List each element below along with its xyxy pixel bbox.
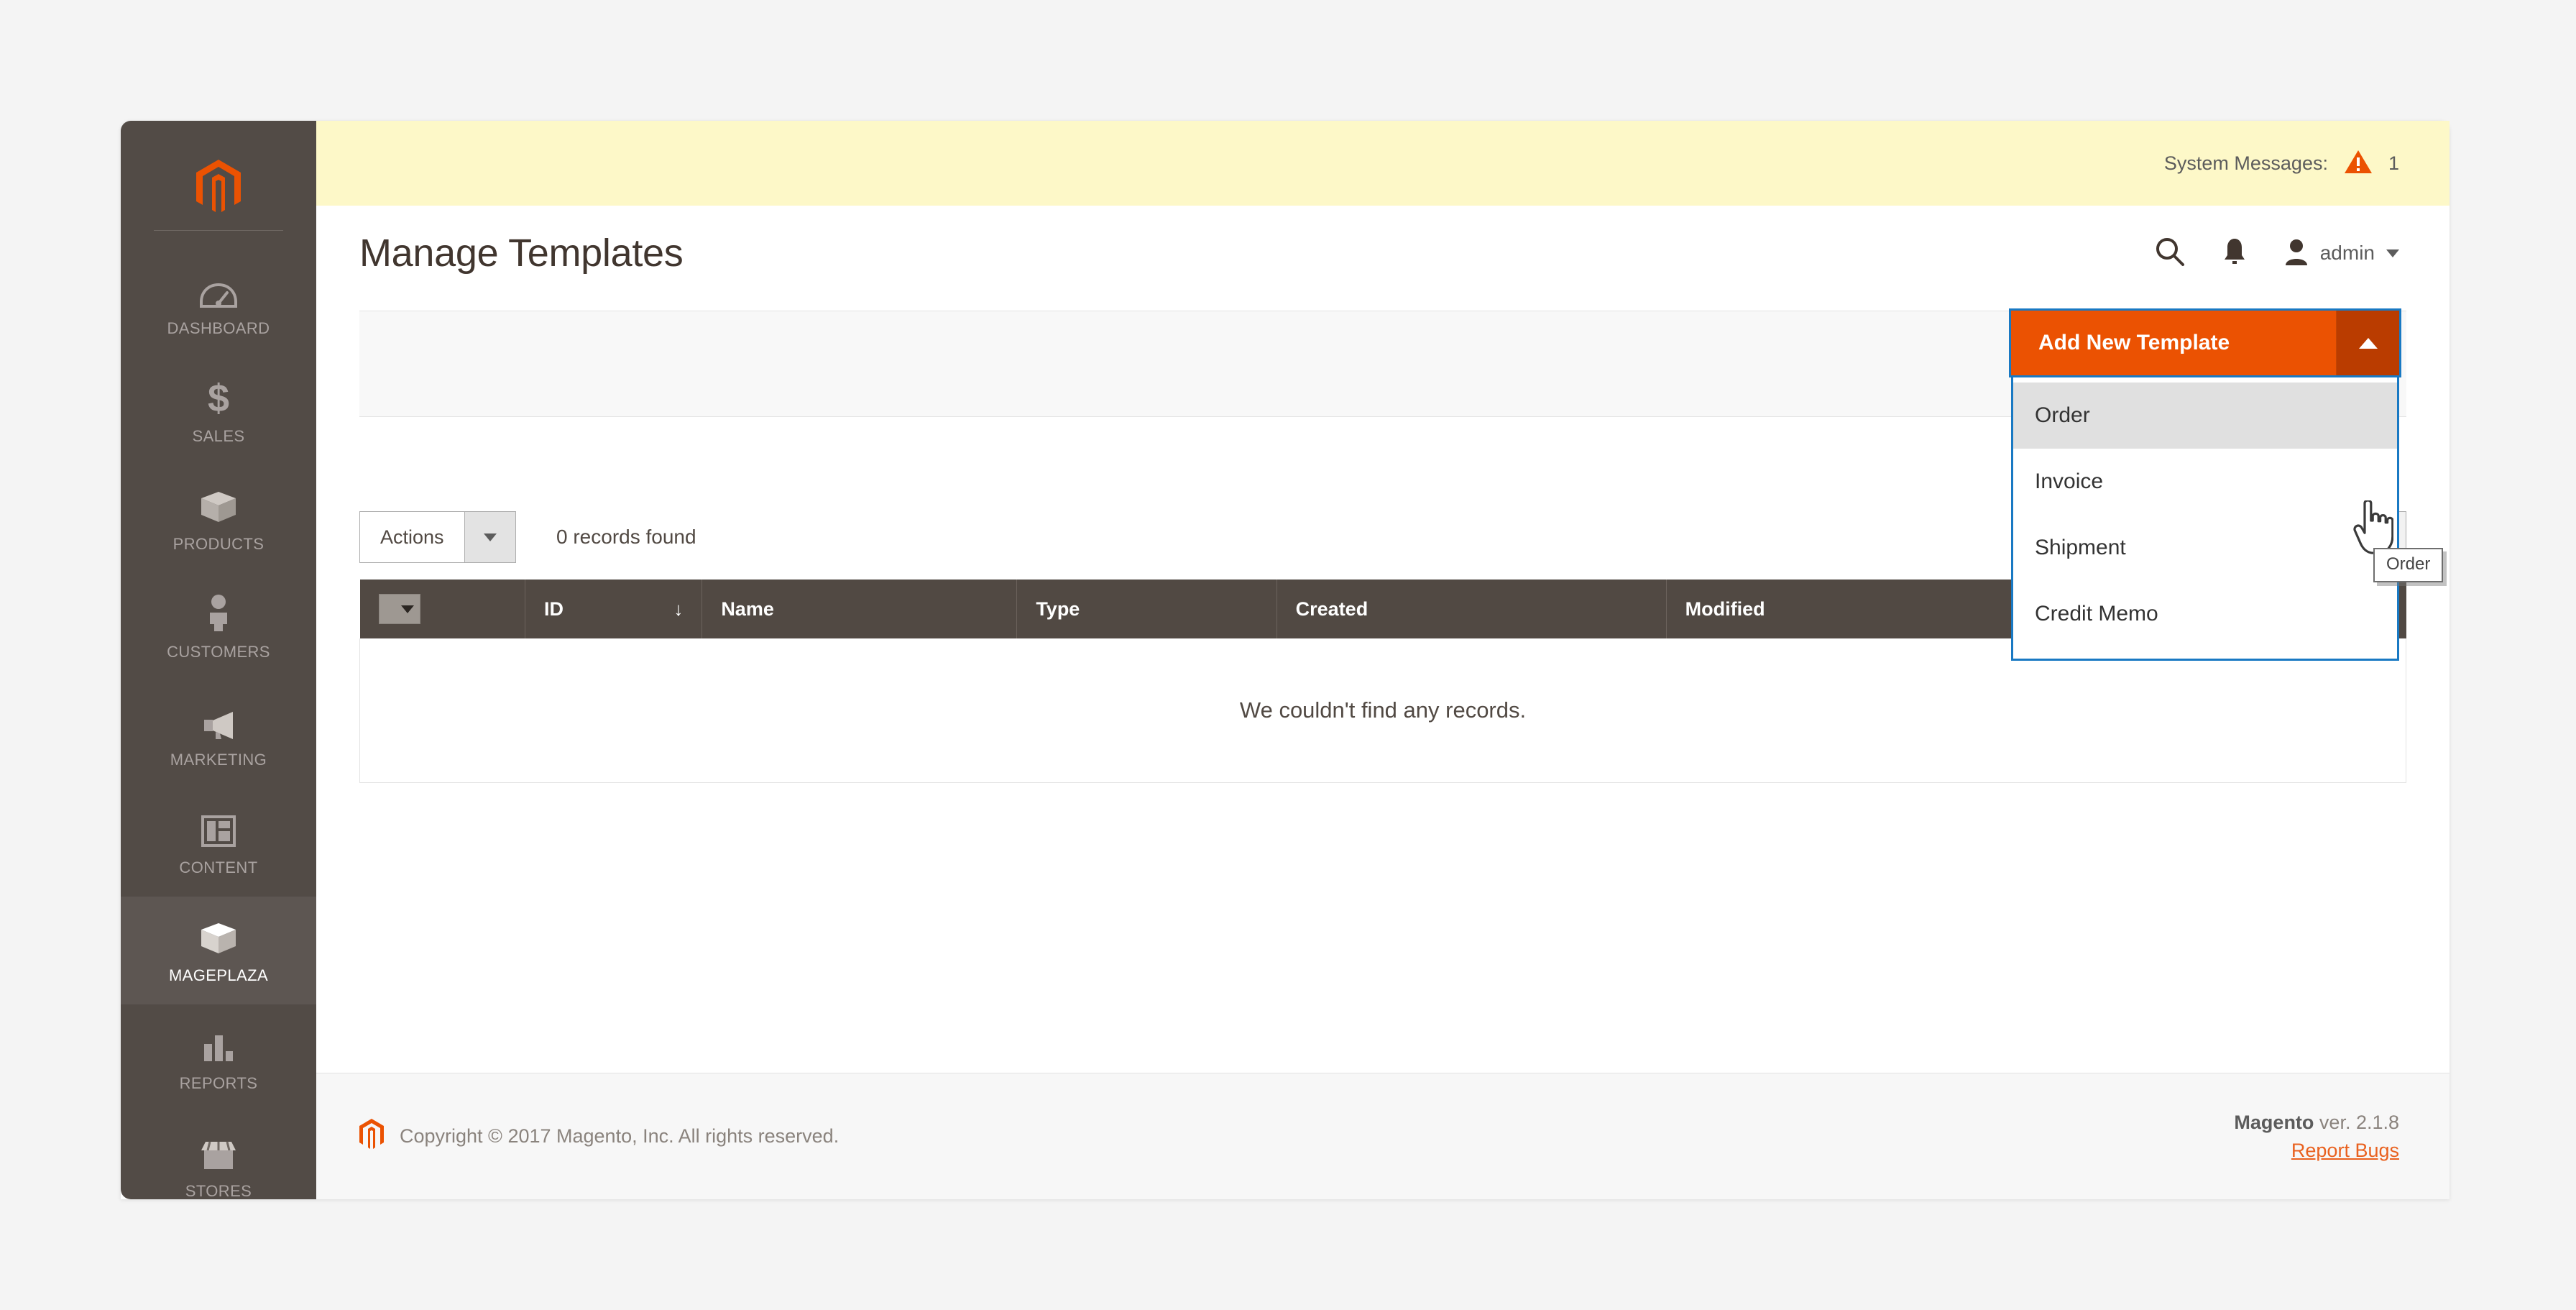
header-actions: admin <box>2155 237 2399 270</box>
person-icon <box>203 592 234 633</box>
add-new-template-toggle[interactable] <box>2336 311 2399 375</box>
sidebar-item-label: Products <box>172 535 264 553</box>
sidebar-item-sales[interactable]: $ Sales <box>121 357 316 465</box>
sidebar-item-label: Customers <box>167 643 270 661</box>
chevron-down-icon <box>2386 249 2399 257</box>
box-icon <box>198 916 239 956</box>
box-icon <box>198 485 239 525</box>
column-label: Created <box>1295 597 1368 620</box>
main-content: System Messages: 1 Manage Templates admi… <box>316 121 2450 1199</box>
user-avatar-icon <box>2284 238 2309 269</box>
add-new-template-control: Add New Template Order Invoice Shipment … <box>2009 308 2401 661</box>
system-messages-count: 1 <box>2388 152 2399 174</box>
records-found-label: 0 records found <box>556 526 696 548</box>
mass-actions-select[interactable]: Actions <box>359 511 516 563</box>
menu-item-credit-memo[interactable]: Credit Memo <box>2013 581 2397 647</box>
sidebar-item-label: Mageplaza <box>168 966 269 984</box>
column-header-type[interactable]: Type <box>1016 580 1277 638</box>
dollar-sign-icon: $ <box>204 377 233 417</box>
menu-item-label: Shipment <box>2035 536 2126 559</box>
menu-item-label: Credit Memo <box>2035 602 2158 626</box>
sidebar-item-content[interactable]: Content <box>121 789 316 897</box>
sidebar-item-label: Marketing <box>170 751 267 769</box>
sidebar-item-products[interactable]: Products <box>121 465 316 573</box>
layout-page-icon <box>201 808 236 848</box>
add-new-template-split-button[interactable]: Add New Template <box>2009 308 2401 377</box>
bar-chart-icon <box>200 1024 237 1064</box>
column-label: Modified <box>1685 597 1765 620</box>
system-messages-bar[interactable]: System Messages: 1 <box>316 121 2450 206</box>
chevron-down-icon <box>464 512 515 562</box>
mass-select-dropdown-icon[interactable] <box>378 594 420 624</box>
sidebar-item-label: Dashboard <box>167 319 270 337</box>
page-title: Manage Templates <box>359 232 684 275</box>
sidebar-item-label: Reports <box>179 1074 258 1092</box>
sidebar-item-marketing[interactable]: Marketing <box>121 681 316 789</box>
sidebar-item-stores[interactable]: Stores <box>121 1112 316 1220</box>
storefront-icon <box>198 1132 239 1172</box>
megaphone-icon <box>198 700 239 741</box>
sidebar-divider <box>154 230 283 231</box>
add-new-template-button[interactable]: Add New Template <box>2011 311 2336 375</box>
menu-item-order[interactable]: Order <box>2013 383 2397 449</box>
report-bugs-link[interactable]: Report Bugs <box>2291 1140 2399 1162</box>
sidebar-item-label: Content <box>179 858 258 876</box>
bell-icon[interactable] <box>2222 237 2247 270</box>
add-new-template-menu: Order Invoice Shipment Credit Memo <box>2011 375 2399 661</box>
copyright-text: Copyright © 2017 Magento, Inc. All right… <box>400 1125 840 1147</box>
warning-triangle-icon <box>2344 149 2373 178</box>
page-header: Manage Templates admin <box>316 206 2450 301</box>
mass-actions-value: Actions <box>380 526 444 548</box>
chevron-up-icon <box>2358 337 2378 349</box>
menu-item-shipment[interactable]: Shipment <box>2013 515 2397 581</box>
magento-logo-icon <box>359 1119 384 1154</box>
menu-item-invoice[interactable]: Invoice <box>2013 449 2397 515</box>
svg-text:$: $ <box>208 377 229 417</box>
column-header-select[interactable] <box>359 580 525 638</box>
column-label: Type <box>1036 597 1080 620</box>
page-footer: Copyright © 2017 Magento, Inc. All right… <box>316 1073 2450 1199</box>
column-label: ID <box>543 597 564 620</box>
admin-menu[interactable]: admin <box>2284 238 2399 269</box>
admin-user-name: admin <box>2319 242 2375 264</box>
version-line: Magento ver. 2.1.8 <box>2234 1112 2399 1134</box>
search-icon[interactable] <box>2155 237 2185 270</box>
column-header-id[interactable]: ID ↓ <box>525 580 703 638</box>
sidebar-item-dashboard[interactable]: Dashboard <box>121 249 316 357</box>
add-new-template-label: Add New Template <box>2038 331 2230 354</box>
sidebar-item-reports[interactable]: Reports <box>121 1004 316 1112</box>
column-label: Name <box>721 597 774 620</box>
footer-copyright: Copyright © 2017 Magento, Inc. All right… <box>359 1119 839 1154</box>
menu-item-label: Invoice <box>2035 470 2104 493</box>
magento-logo-icon[interactable] <box>121 145 316 230</box>
system-messages-label: System Messages: <box>2163 152 2328 174</box>
column-header-created[interactable]: Created <box>1276 580 1667 638</box>
sidebar-item-customers[interactable]: Customers <box>121 573 316 681</box>
version-text: ver. 2.1.8 <box>2314 1111 2399 1133</box>
dashboard-gauge-icon <box>200 269 237 309</box>
sidebar-item-label: Stores <box>185 1182 252 1200</box>
sidebar-item-label: Sales <box>192 427 245 445</box>
sort-descending-icon: ↓ <box>673 597 684 620</box>
menu-item-label: Order <box>2035 403 2090 427</box>
sidebar-item-mageplaza[interactable]: Mageplaza <box>121 897 316 1004</box>
footer-version: Magento ver. 2.1.8 Report Bugs <box>2234 1112 2399 1162</box>
brand-name: Magento <box>2234 1111 2314 1133</box>
admin-window: Dashboard $ Sales Products Customers Mar… <box>121 121 2450 1200</box>
column-header-name[interactable]: Name <box>702 580 1018 638</box>
sidebar: Dashboard $ Sales Products Customers Mar… <box>121 121 316 1200</box>
